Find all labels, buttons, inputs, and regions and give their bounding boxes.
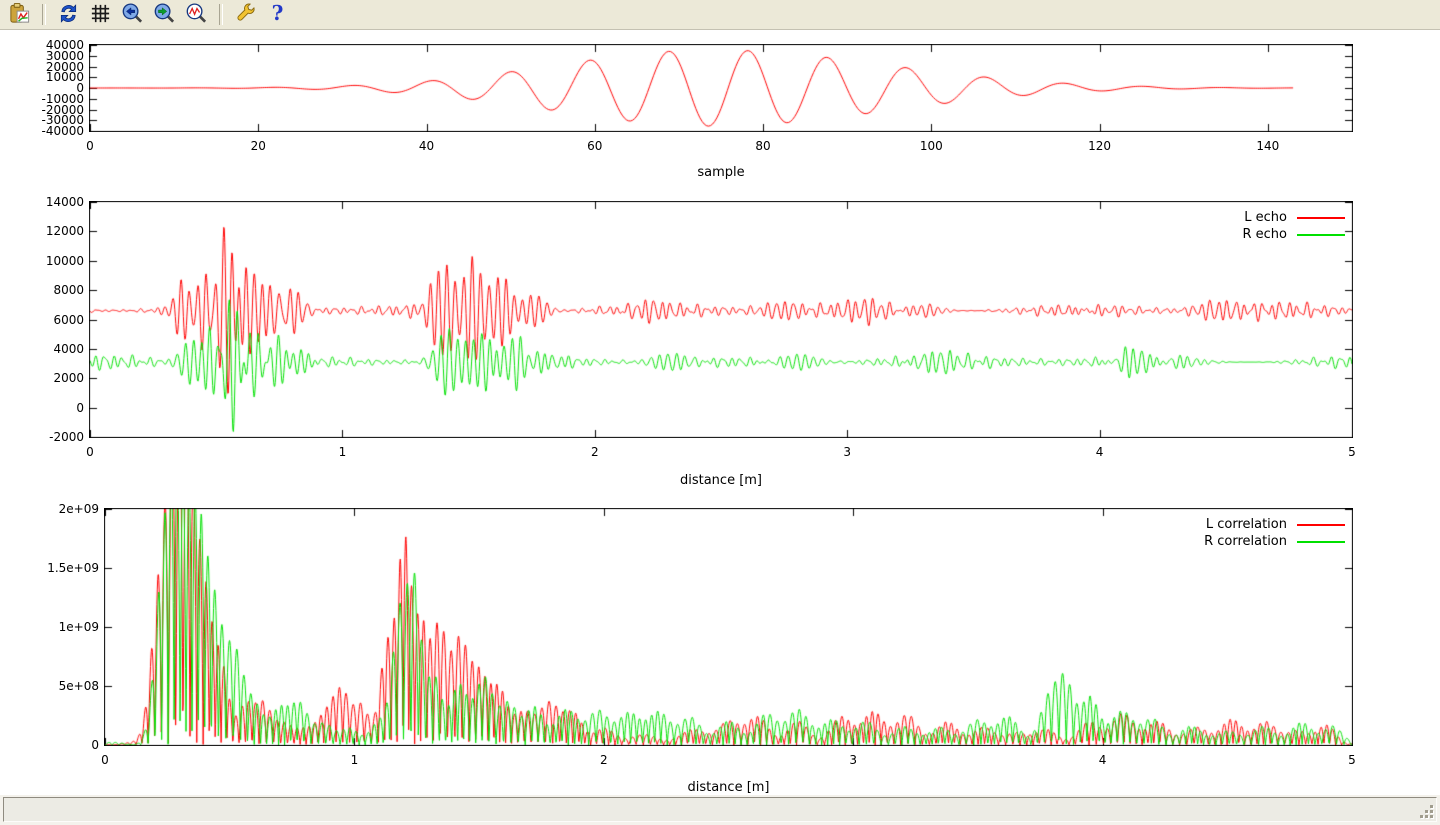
zoom-previous-button[interactable]	[119, 2, 146, 27]
legend-entry: R correlation	[1204, 534, 1345, 549]
legend-label: R echo	[1242, 227, 1287, 242]
x-tick-label: 20	[218, 139, 298, 153]
y-tick-label: 6000	[4, 313, 84, 327]
copy-plot-to-clipboard-button[interactable]	[6, 2, 33, 27]
y-tick-label: 14000	[4, 195, 84, 209]
toggle-grid-button[interactable]	[87, 2, 114, 27]
legend-line-swatch	[1297, 541, 1345, 543]
legend-label: L echo	[1244, 210, 1287, 225]
x-tick-label: 0	[65, 753, 145, 767]
legend-entry: L correlation	[1206, 517, 1345, 532]
resize-grip[interactable]	[1419, 804, 1435, 820]
plot-canvas-area: 400003000020000100000-10000-20000-30000-…	[0, 31, 1440, 794]
y-tick-label: 1.5e+09	[19, 561, 99, 575]
replot-icon	[57, 2, 80, 28]
x-tick-label: 120	[1060, 139, 1140, 153]
status-bar	[3, 797, 1437, 822]
toolbar-separator	[42, 4, 46, 25]
y-tick-label: 2000	[4, 371, 84, 385]
toggle-grid-icon	[89, 2, 112, 28]
svg-text:?: ?	[272, 2, 284, 25]
legend-entry: R echo	[1242, 227, 1345, 242]
x-tick-label: 5	[1312, 445, 1392, 459]
replot-button[interactable]	[55, 2, 82, 27]
x-tick-label: 2	[555, 445, 635, 459]
legend-line-swatch	[1297, 524, 1345, 526]
y-tick-label: 0	[4, 401, 84, 415]
legend-entry: L echo	[1244, 210, 1345, 225]
toolbar-separator	[219, 4, 223, 25]
legend-label: L correlation	[1206, 517, 1287, 532]
y-tick-label: -40000	[4, 124, 84, 138]
chart-echoes-plot[interactable]	[89, 201, 1353, 438]
x-axis-title: distance [m]	[579, 780, 879, 795]
autoscale-zoom-icon	[185, 2, 208, 28]
x-tick-label: 0	[50, 445, 130, 459]
zoom-next-button[interactable]	[151, 2, 178, 27]
legend-line-swatch	[1297, 217, 1345, 219]
y-tick-label: 2e+09	[19, 502, 99, 516]
y-tick-label: 1e+09	[19, 620, 99, 634]
x-tick-label: 4	[1063, 753, 1143, 767]
configure-icon	[234, 2, 257, 28]
y-tick-label: 8000	[4, 283, 84, 297]
toolbar: ?	[0, 0, 1440, 30]
chart-correlations-plot[interactable]	[104, 508, 1353, 746]
x-tick-label: 1	[302, 445, 382, 459]
help-button[interactable]: ?	[264, 2, 291, 27]
legend-line-swatch	[1297, 234, 1345, 236]
x-tick-label: 100	[891, 139, 971, 153]
help-icon: ?	[266, 2, 289, 28]
x-tick-label: 4	[1060, 445, 1140, 459]
x-tick-label: 3	[813, 753, 893, 767]
x-axis-title: sample	[571, 165, 871, 180]
x-tick-label: 140	[1228, 139, 1308, 153]
y-tick-label: -2000	[4, 430, 84, 444]
zoom-next-icon	[153, 2, 176, 28]
y-tick-label: 12000	[4, 224, 84, 238]
configure-button[interactable]	[232, 2, 259, 27]
x-tick-label: 1	[314, 753, 394, 767]
x-axis-title: distance [m]	[571, 473, 871, 488]
copy-plot-to-clipboard-icon	[8, 2, 31, 28]
status-bar-strip	[0, 795, 1440, 825]
x-tick-label: 2	[564, 753, 644, 767]
x-tick-label: 5	[1312, 753, 1392, 767]
y-tick-label: 5e+08	[19, 679, 99, 693]
legend-label: R correlation	[1204, 534, 1287, 549]
chart-pulse-plot[interactable]	[89, 44, 1353, 132]
autoscale-zoom-button[interactable]	[183, 2, 210, 27]
y-tick-label: 4000	[4, 342, 84, 356]
x-tick-label: 0	[50, 139, 130, 153]
y-tick-label: 0	[19, 738, 99, 752]
x-tick-label: 60	[555, 139, 635, 153]
zoom-previous-icon	[121, 2, 144, 28]
x-tick-label: 80	[723, 139, 803, 153]
y-tick-label: 10000	[4, 254, 84, 268]
x-tick-label: 3	[807, 445, 887, 459]
x-tick-label: 40	[387, 139, 467, 153]
